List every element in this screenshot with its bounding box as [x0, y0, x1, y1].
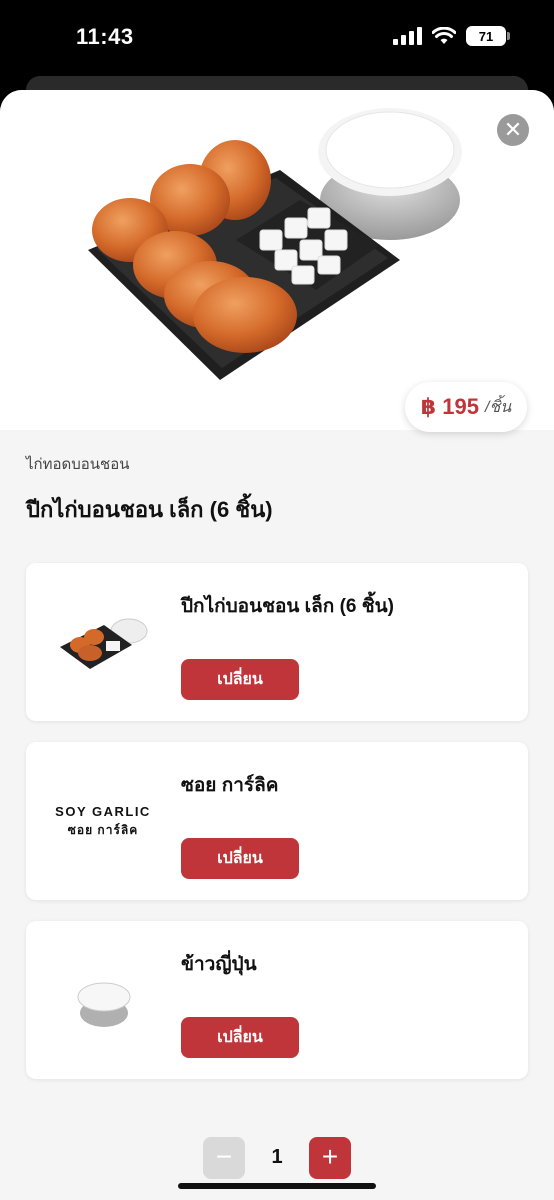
price-badge: ฿ 195 /ชิ้น	[405, 382, 527, 432]
price: ฿ 195	[420, 394, 479, 419]
option-name: ซอย การ์ลิค	[181, 775, 279, 796]
product-image: ✕	[0, 90, 554, 430]
logo-text-en: SOY GARLIC	[55, 804, 151, 819]
product-category: ไก่ทอดบอนชอน	[26, 456, 130, 473]
chicken-meal-illustration	[88, 108, 462, 380]
change-button-chicken[interactable]: เปลี่ยน	[181, 659, 299, 700]
close-button[interactable]: ✕	[497, 114, 529, 146]
status-icons: 71	[393, 26, 510, 46]
rice-bowl-thumbnail	[77, 982, 131, 1027]
option-name: ปีกไก่บอนชอน เล็ก (6 ชิ้น)	[181, 596, 394, 617]
product-sheet: ✕ ฿ 195 /ชิ้น ไก่ทอดบอนชอน ปีกไก่บอนชอน …	[0, 90, 554, 1200]
signal-icon	[393, 27, 422, 45]
status-time: 11:43	[76, 24, 134, 49]
change-button-sauce[interactable]: เปลี่ยน	[181, 838, 299, 879]
option-card-sauce: SOY GARLIC ซอย การ์ลิค ซอย การ์ลิค เปลี่…	[26, 742, 528, 900]
option-name: ข้าวญี่ปุ่น	[181, 954, 257, 975]
home-indicator	[178, 1183, 376, 1189]
chicken-thumbnail	[60, 618, 148, 669]
status-bar: 11:43 71	[0, 0, 554, 78]
close-icon: ✕	[503, 117, 523, 142]
wifi-icon	[432, 27, 456, 44]
battery-icon: 71	[466, 26, 510, 46]
battery-level: 71	[478, 28, 494, 44]
option-card-chicken: ปีกไก่บอนชอน เล็ก (6 ชิ้น) เปลี่ยน	[26, 563, 528, 721]
increase-button[interactable]: +	[309, 1137, 351, 1179]
price-unit: /ชิ้น	[484, 398, 512, 416]
quantity-stepper: − 1 +	[0, 1130, 554, 1200]
logo-text-th: ซอย การ์ลิค	[67, 823, 139, 837]
option-card-rice: ข้าวญี่ปุ่น เปลี่ยน	[26, 921, 528, 1079]
product-title: ปีกไก่บอนชอน เล็ก (6 ชิ้น)	[26, 497, 273, 522]
soy-garlic-logo: SOY GARLIC ซอย การ์ลิค	[46, 804, 160, 840]
change-button-rice[interactable]: เปลี่ยน	[181, 1017, 299, 1058]
decrease-button[interactable]: −	[203, 1137, 245, 1179]
quantity-value: 1	[271, 1146, 283, 1168]
